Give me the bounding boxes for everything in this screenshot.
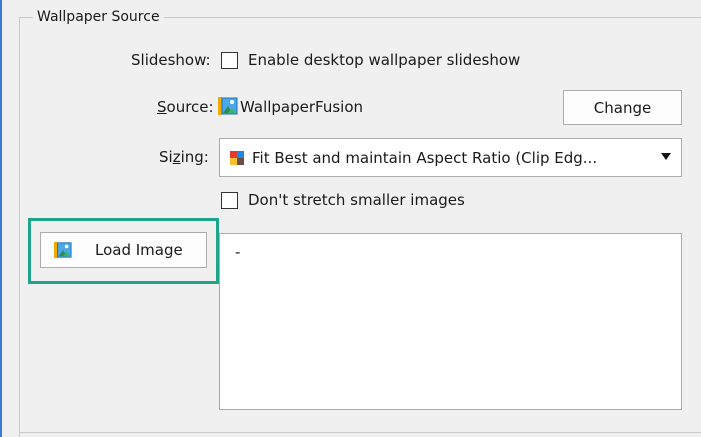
slideshow-label: Slideshow: (131, 51, 211, 69)
change-button[interactable]: Change (563, 90, 682, 125)
slideshow-checkbox[interactable] (221, 52, 238, 69)
window-edge (0, 0, 2, 437)
group-divider (19, 432, 701, 433)
source-label: Source: (157, 98, 214, 116)
color-swatch-icon (230, 151, 244, 165)
wallpaper-source-panel: Wallpaper Source Slideshow: Enable deskt… (0, 0, 701, 437)
sizing-selected-value: Fit Best and maintain Aspect Ratio (Clip… (252, 149, 598, 167)
load-image-button[interactable]: Load Image (40, 232, 207, 268)
image-icon (54, 241, 72, 259)
image-info-box[interactable]: - (219, 233, 682, 410)
image-info-text: - (235, 243, 241, 261)
sizing-label: Sizing: (159, 148, 209, 166)
image-icon (218, 97, 238, 115)
source-value: WallpaperFusion (240, 98, 364, 116)
slideshow-checkbox-label[interactable]: Enable desktop wallpaper slideshow (248, 50, 520, 70)
dont-stretch-checkbox-label[interactable]: Don't stretch smaller images (248, 190, 465, 210)
group-title: Wallpaper Source (33, 7, 164, 27)
load-image-label: Load Image (95, 241, 183, 259)
dont-stretch-checkbox[interactable] (221, 192, 238, 209)
chevron-down-icon[interactable] (661, 153, 671, 160)
sizing-dropdown[interactable]: Fit Best and maintain Aspect Ratio (Clip… (219, 138, 682, 177)
